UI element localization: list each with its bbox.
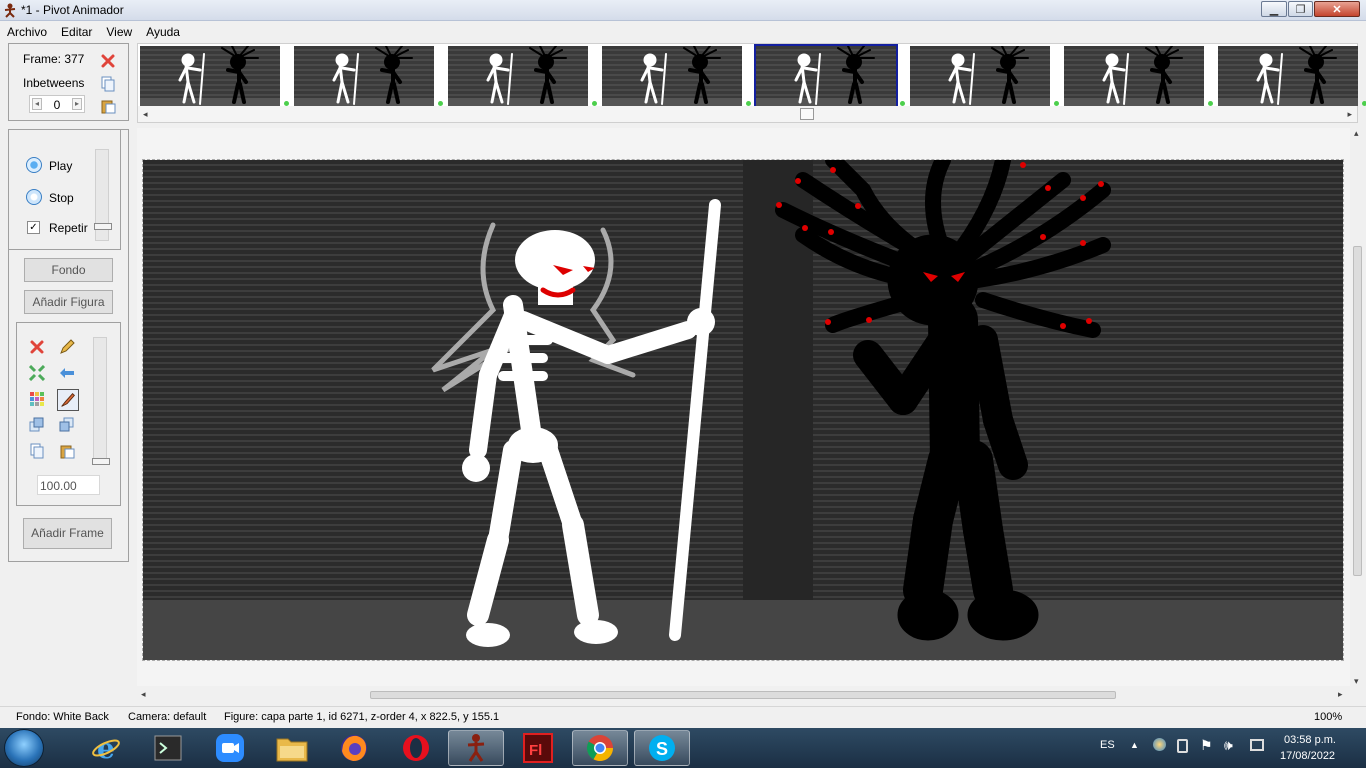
timeline-frame-thumbnail[interactable] [1218,45,1358,106]
firefox-icon[interactable] [326,730,382,766]
horizontal-scroll-thumb[interactable] [370,691,1116,699]
stop-radio[interactable] [26,189,42,205]
chrome-icon[interactable] [572,730,628,766]
paste-frame-icon[interactable] [100,98,116,114]
minimize-button[interactable]: ▁ [1261,1,1287,17]
status-fondo: Fondo: White Back [16,711,109,723]
clock-time[interactable]: 03:58 p.m. [1284,734,1336,746]
timeline-scrollbar[interactable]: ◂ ▸ [138,106,1357,122]
scroll-left-icon[interactable]: ◂ [143,109,148,120]
timeline-frame-thumbnail[interactable] [754,44,898,108]
status-bar: Fondo: White Back Camera: default Figure… [0,706,1366,728]
zoom-icon[interactable] [202,730,258,766]
frame-number-label: Frame: 377 [23,52,85,66]
animation-stage[interactable] [142,159,1344,661]
opera-icon[interactable] [388,730,444,766]
speed-slider[interactable] [94,149,112,241]
tray-monitor-icon[interactable] [1250,739,1264,751]
timeline-frame-thumbnail[interactable] [448,45,588,106]
scale-input[interactable]: 100.00 [37,475,100,495]
close-button[interactable]: ✕ [1314,1,1360,17]
skype-icon[interactable]: S [634,730,690,766]
scale-slider-thumb[interactable] [92,458,110,465]
center-figure-icon[interactable] [29,365,45,381]
frame-panel: Frame: 377 Inbetweens ◂ 0 ▸ [8,43,129,121]
timeline-frame-thumbnail[interactable] [140,45,280,106]
stage-floor [143,600,1343,660]
timeline-scroll-thumb[interactable] [800,108,814,120]
flash-icon[interactable]: Fl [510,730,566,766]
repeat-label: Repetir [49,221,88,235]
menu-archivo[interactable]: Archivo [0,22,54,41]
clock-date[interactable]: 17/08/2022 [1280,750,1335,762]
timeline-frame-thumbnail[interactable] [602,45,742,106]
bring-forward-icon[interactable] [29,417,45,433]
copy-frame-icon[interactable] [100,76,116,92]
menu-view[interactable]: View [99,22,139,41]
tray-volume-icon[interactable]: 🕪 [1224,737,1233,754]
add-frame-button[interactable]: Añadir Frame [23,518,112,549]
status-camera: Camera: default [128,711,207,723]
scale-slider[interactable] [92,337,110,465]
inbetweens-stepper[interactable]: ◂ 0 ▸ [29,95,85,113]
menu-editar[interactable]: Editar [54,22,99,41]
maximize-button[interactable]: ❐ [1288,1,1313,17]
canvas-vertical-scrollbar[interactable]: ▴ ▾ [1350,128,1366,700]
inbetweens-label: Inbetweens [23,76,85,90]
timeline-frame-thumbnail[interactable] [294,45,434,106]
play-radio[interactable] [26,157,42,173]
timeline-frame-thumbnail[interactable] [910,45,1050,106]
windows-taskbar: e Fl S ES ▲ ⚑ 🕪 03:58 p.m. 17/08/2022 [0,728,1366,768]
brush-tool-icon[interactable] [57,389,79,411]
menu-bar: Archivo Editar View Ayuda [0,22,1366,41]
command-prompt-icon[interactable] [140,730,196,766]
timeline-frame-thumbnail[interactable] [1064,45,1204,106]
internet-explorer-icon[interactable]: e [78,730,134,766]
tray-device-icon[interactable] [1177,739,1188,753]
paste-figure-icon[interactable] [59,443,75,459]
window-title: *1 - Pivot Animador [21,3,124,17]
status-zoom: 100% [1314,711,1343,723]
stage-scene [143,160,1343,660]
playback-panel: Play Stop ✓ Repetir [8,129,121,250]
send-backward-icon[interactable] [59,417,75,433]
windows-start-button[interactable] [4,729,44,767]
vertical-scroll-thumb[interactable] [1353,246,1362,576]
svg-text:e: e [97,733,115,763]
tray-flag-icon[interactable]: ⚑ [1200,737,1213,754]
repeat-checkbox[interactable]: ✓ [27,221,40,234]
canvas-horizontal-scrollbar[interactable]: ◂ ▸ [137,686,1350,702]
delete-figure-icon[interactable] [29,339,45,355]
frame-marker-dot [1362,101,1366,106]
tray-network-globe-icon[interactable] [1153,738,1166,751]
file-explorer-icon[interactable] [264,730,320,766]
fondo-button[interactable]: Fondo [24,258,113,282]
scroll-right-icon[interactable]: ▸ [1347,109,1352,120]
pivot-app-icon [4,3,16,18]
scroll-down-icon[interactable]: ▾ [1354,676,1359,687]
stop-label: Stop [49,191,74,205]
language-indicator[interactable]: ES [1100,739,1115,751]
status-figure: Figure: capa parte 1, id 6271, z-order 4… [224,711,500,723]
edit-figure-icon[interactable] [59,339,75,355]
play-label: Play [49,159,73,173]
scroll-right-icon[interactable]: ▸ [1338,689,1343,700]
flip-figure-icon[interactable] [59,365,75,381]
pivot-animador-taskbar-icon[interactable] [448,730,504,766]
svg-text:S: S [656,739,668,759]
frame-timeline: ◂ ▸ [137,43,1366,123]
color-figure-icon[interactable] [29,391,45,407]
add-figure-button[interactable]: Añadir Figura [24,290,113,314]
delete-frame-icon[interactable] [100,53,116,69]
title-bar: *1 - Pivot Animador ▁ ❐ ✕ [0,0,1366,21]
speed-slider-thumb[interactable] [94,223,112,230]
scroll-left-icon[interactable]: ◂ [141,689,146,700]
figure-tools-panel: 100.00 [16,322,121,506]
scroll-up-icon[interactable]: ▴ [1354,128,1359,139]
menu-ayuda[interactable]: Ayuda [139,22,187,41]
copy-figure-icon[interactable] [29,443,45,459]
svg-text:Fl: Fl [529,742,542,759]
tray-expand-icon[interactable]: ▲ [1130,740,1139,750]
stepper-right-arrow-icon[interactable]: ▸ [72,98,82,110]
